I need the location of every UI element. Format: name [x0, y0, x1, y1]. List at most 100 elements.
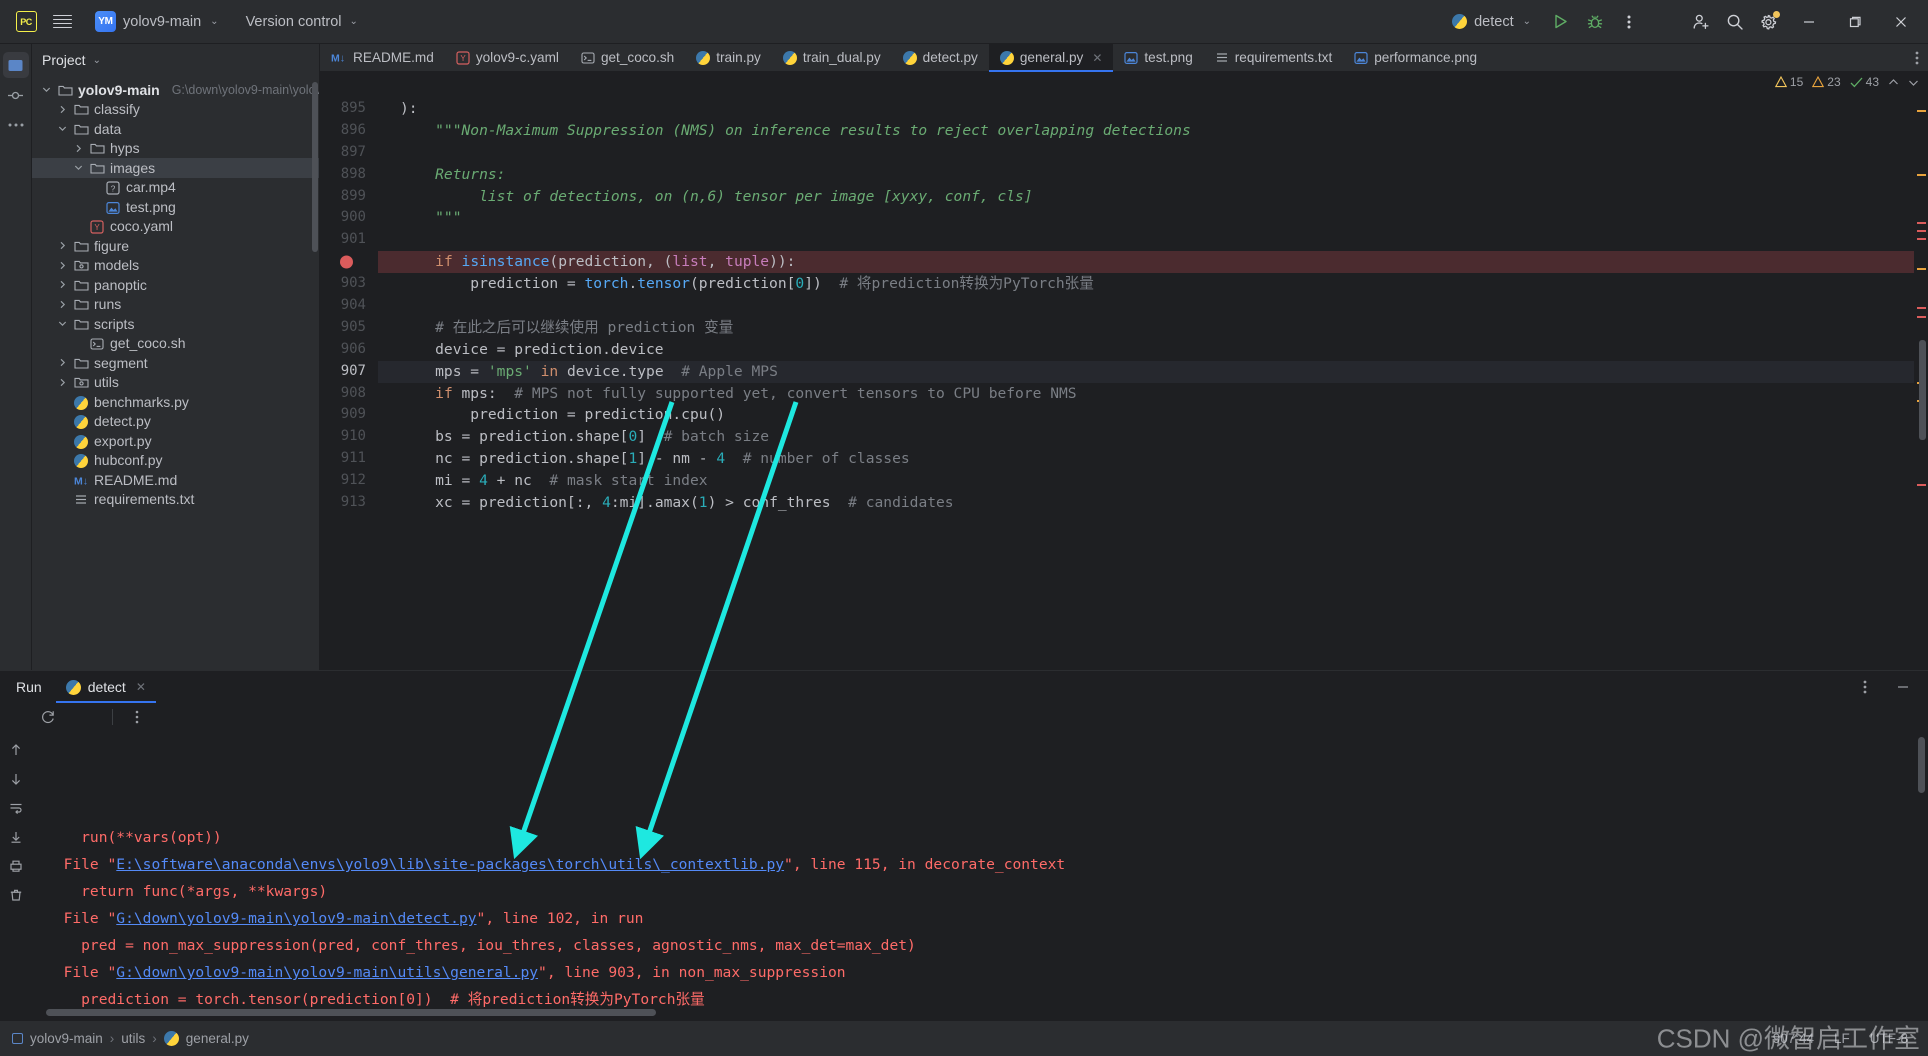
code-line[interactable]: list of detections, on (n,6) tensor per … [378, 186, 1914, 208]
run-icon[interactable] [1544, 5, 1578, 39]
settings-gear-icon[interactable] [1752, 5, 1786, 39]
line-number[interactable]: 904 [320, 295, 378, 317]
tab-options-icon[interactable] [1906, 44, 1928, 71]
error-count[interactable]: 23 [1812, 75, 1841, 89]
breadcrumb-item-1[interactable]: utils [121, 1031, 145, 1046]
code-line[interactable]: if mps: # MPS not fully supported yet, c… [378, 383, 1914, 405]
traceback-link[interactable]: E:\software\anaconda\envs\yolo9\lib\site… [116, 856, 784, 873]
tree-item-benchmarks.py[interactable]: benchmarks.py [32, 392, 319, 412]
status-breadcrumb[interactable]: yolov9-main › utils › general.py [12, 1031, 249, 1046]
tree-expand-arrow[interactable] [72, 144, 85, 153]
traceback-link[interactable]: G:\down\yolov9-main\yolov9-main\detect.p… [116, 910, 476, 927]
line-number[interactable]: 908 [320, 383, 378, 405]
line-number[interactable]: 900 [320, 207, 378, 229]
file-encoding[interactable]: UTF-8 [1870, 1031, 1908, 1046]
tree-expand-arrow[interactable] [56, 300, 69, 309]
editor-tab-test.png[interactable]: test.png [1113, 44, 1203, 71]
editor-tab-train.py[interactable]: train.py [685, 44, 772, 71]
tree-item-segment[interactable]: segment [32, 353, 319, 373]
console-scrollbar[interactable] [1918, 737, 1925, 793]
debug-icon[interactable] [1578, 5, 1612, 39]
tree-item-data[interactable]: data [32, 119, 319, 139]
tree-item-export.py[interactable]: export.py [32, 431, 319, 451]
project-tool-icon[interactable] [2, 52, 29, 78]
editor-tab-yolov9-c.yaml[interactable]: Yyolov9-c.yaml [445, 44, 570, 71]
more-tools-icon[interactable] [3, 112, 29, 138]
code-line[interactable]: xc = prediction[:, 4:mi].amax(1) > conf_… [378, 492, 1914, 514]
inspection-up-icon[interactable] [1888, 77, 1899, 88]
code-line[interactable]: if isinstance(prediction, (list, tuple))… [378, 251, 1914, 274]
hamburger-menu-icon[interactable] [44, 4, 80, 40]
code-line[interactable]: """ [378, 207, 1914, 229]
tree-expand-arrow[interactable] [56, 319, 69, 328]
line-number[interactable]: 906 [320, 339, 378, 361]
breakpoint-icon[interactable] [340, 255, 353, 269]
run-configuration-selector[interactable]: detect ⌄ [1443, 9, 1540, 35]
editor-tab-general.py[interactable]: general.py ✕ [988, 44, 1114, 72]
tree-item-test.png[interactable]: test.png [32, 197, 319, 217]
line-number[interactable]: 897 [320, 142, 378, 164]
tree-expand-arrow[interactable] [56, 280, 69, 289]
search-icon[interactable] [1718, 5, 1752, 39]
tree-expand-arrow[interactable] [56, 105, 69, 114]
tree-item-scripts[interactable]: scripts [32, 314, 319, 334]
tree-expand-arrow[interactable] [56, 261, 69, 270]
code-line[interactable]: nc = prediction.shape[1] - nm - 4 # numb… [378, 448, 1914, 470]
tree-expand-arrow[interactable] [72, 163, 85, 172]
pycharm-logo-icon[interactable]: PC [8, 4, 44, 40]
breadcrumb-item-2[interactable]: general.py [186, 1031, 249, 1046]
rerun-icon[interactable] [36, 705, 60, 729]
tree-expand-arrow[interactable] [56, 378, 69, 387]
scroll-up-icon[interactable] [3, 737, 29, 763]
print-icon[interactable] [3, 853, 29, 879]
line-separator[interactable]: LF [1834, 1031, 1850, 1046]
editor-tab-detect.py[interactable]: detect.py [892, 44, 989, 71]
tree-item-models[interactable]: models [32, 256, 319, 276]
editor-tab-performance.png[interactable]: performance.png [1343, 44, 1488, 71]
line-number[interactable]: 898 [320, 164, 378, 186]
tree-item-requirements.txt[interactable]: requirements.txt [32, 490, 319, 510]
warning-count[interactable]: 15 [1774, 75, 1803, 89]
version-control-button[interactable]: Version control ⌄ [236, 9, 368, 35]
code-line[interactable]: mps = 'mps' in device.type # Apple MPS [378, 360, 1914, 383]
line-number[interactable]: 909 [320, 404, 378, 426]
editor-tab-requirements.txt[interactable]: requirements.txt [1204, 44, 1343, 71]
run-console-output[interactable]: run(**vars(opt)) File "E:\software\anaco… [32, 731, 1928, 1020]
close-icon[interactable]: ✕ [1092, 51, 1102, 65]
editor-scrollbar-thumb[interactable] [1919, 340, 1926, 440]
tree-item-classify[interactable]: classify [32, 100, 319, 120]
minimize-icon[interactable] [1786, 0, 1832, 44]
tree-item-utils[interactable]: utils [32, 373, 319, 393]
line-number[interactable]: 910 [320, 426, 378, 448]
tree-item-panoptic[interactable]: panoptic [32, 275, 319, 295]
breadcrumb-item-0[interactable]: yolov9-main [30, 1031, 103, 1046]
line-number[interactable]: 912 [320, 470, 378, 492]
code-line[interactable]: Returns: [378, 164, 1914, 186]
console-hscrollbar[interactable] [46, 1009, 656, 1016]
tree-expand-arrow[interactable] [56, 124, 69, 133]
inspection-down-icon[interactable] [1908, 77, 1919, 88]
project-selector[interactable]: YM yolov9-main ⌄ [86, 7, 228, 36]
code-line[interactable]: ): [378, 98, 1914, 120]
code-line[interactable] [378, 142, 1914, 164]
line-number[interactable]: 903 [320, 273, 378, 295]
line-number[interactable]: 905 [320, 317, 378, 339]
tree-item-coco.yaml[interactable]: Ycoco.yaml [32, 217, 319, 237]
code-line[interactable]: mi = 4 + nc # mask start index [378, 470, 1914, 492]
line-number[interactable]: 907 [320, 361, 378, 383]
tree-item-hyps[interactable]: hyps [32, 139, 319, 159]
stop-icon[interactable] [74, 705, 98, 729]
clear-all-icon[interactable] [3, 882, 29, 908]
maximize-icon[interactable] [1832, 0, 1878, 44]
commit-tool-icon[interactable] [3, 82, 29, 108]
run-more-icon[interactable] [127, 705, 147, 729]
line-number[interactable]: 901 [320, 229, 378, 251]
code-line[interactable]: device = prediction.device [378, 339, 1914, 361]
code-line[interactable]: prediction = torch.tensor(prediction[0])… [378, 273, 1914, 295]
project-panel-header[interactable]: Project ⌄ [32, 44, 319, 76]
hide-panel-icon[interactable] [1886, 670, 1920, 704]
code-line[interactable] [378, 295, 1914, 317]
line-number[interactable]: 895 [320, 98, 378, 120]
project-scrollbar[interactable] [312, 82, 318, 252]
tree-item-car.mp4[interactable]: ? car.mp4 [32, 178, 319, 198]
